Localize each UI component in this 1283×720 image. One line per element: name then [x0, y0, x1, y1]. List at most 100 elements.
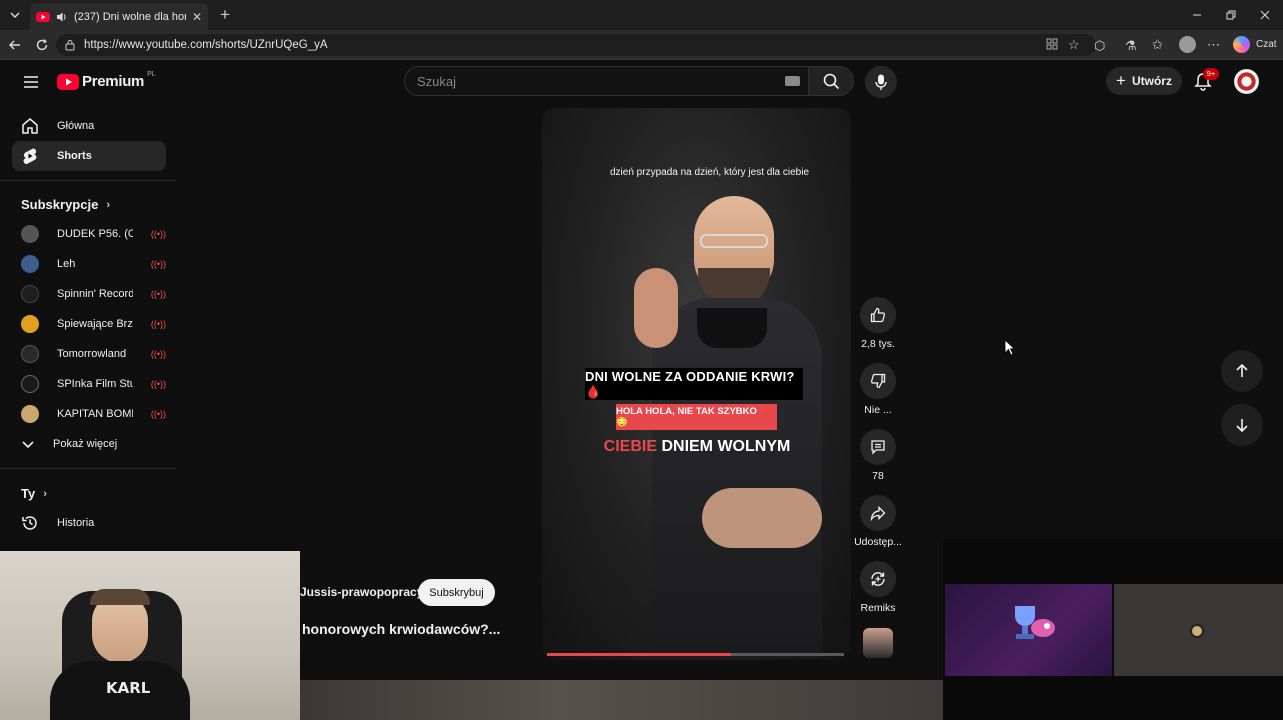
subscription-item[interactable]: SPInka Film Stud... ((•)) [12, 369, 166, 399]
chevron-right-icon: › [43, 487, 47, 500]
tab-list-chevron-icon[interactable] [6, 6, 24, 24]
video-caption-white: DNIEM WOLNYM [661, 438, 791, 455]
channel-name: DUDEK P56. (OFI... [57, 228, 133, 240]
youtube-logo[interactable]: Premium PL [57, 71, 156, 90]
dislike-button[interactable] [860, 363, 896, 399]
channel-avatar [21, 405, 39, 423]
share-button[interactable] [860, 495, 896, 531]
hamburger-menu-icon[interactable] [22, 74, 40, 90]
channel-name: Spinnin' Records [57, 288, 133, 300]
dislike-label: Nie ... [864, 404, 892, 416]
site-info-icon[interactable] [64, 39, 76, 51]
video-headline-banner: DNI WOLNE ZA ODDANIE KRWI? 🩸 [585, 368, 803, 400]
show-more-button[interactable]: Pokaż więcej [12, 429, 166, 459]
sidebar-item-shorts[interactable]: Shorts [12, 141, 166, 171]
thumbs-up-icon [870, 307, 886, 323]
subscription-item[interactable]: Spinnin' Records ((•)) [12, 279, 166, 309]
sidebar-item-label: Główna [57, 120, 95, 132]
share-label: Udostęp... [854, 536, 902, 548]
logo-text: Premium [82, 73, 145, 90]
subscription-item[interactable]: Śpiewające Brzd... ((•)) [12, 309, 166, 339]
comments-button[interactable] [860, 429, 896, 465]
subscription-item[interactable]: Tomorrowland ((•)) [12, 339, 166, 369]
window-close-icon[interactable] [1256, 6, 1274, 24]
notifications-button[interactable]: 9+ [1194, 68, 1219, 92]
subscription-item[interactable]: Leh ((•)) [12, 249, 166, 279]
background-strip [300, 680, 943, 720]
url-text: https://www.youtube.com/shorts/UZnrUQeG_… [84, 39, 328, 51]
more-menu-icon[interactable]: ⋯ [1207, 37, 1220, 53]
minimize-icon[interactable] [1188, 6, 1206, 24]
shirt-logo: KARL [106, 679, 151, 697]
shorts-icon [23, 148, 37, 165]
account-avatar[interactable] [1234, 69, 1259, 94]
reload-icon[interactable] [33, 36, 51, 54]
tab-title: (237) Dni wolne dla honorowy [74, 10, 186, 23]
speaker-icon[interactable] [56, 11, 68, 23]
show-more-label: Pokaż więcej [53, 438, 118, 450]
logo-region: PL [147, 71, 156, 78]
short-title[interactable]: honorowych krwiodawców?... [302, 621, 500, 637]
home-icon [22, 118, 38, 134]
comment-icon [871, 440, 885, 455]
restore-icon[interactable] [1222, 6, 1240, 24]
subscription-item[interactable]: KAPITAN BOMB... ((•)) [12, 399, 166, 429]
channel-name: Śpiewające Brzd... [57, 318, 133, 330]
url-field[interactable]: https://www.youtube.com/shorts/UZnrUQeG_… [56, 34, 1096, 56]
sidebar: Główna Shorts Subskrypcje › DUDEK P56. (… [0, 103, 176, 553]
share-arrow-icon [870, 505, 886, 521]
keyboard-icon[interactable] [785, 76, 800, 86]
subscribe-button[interactable]: Subskrybuj [418, 579, 495, 606]
new-tab-icon[interactable]: + [216, 5, 234, 24]
channel-name-link[interactable]: Jussis-prawopopracy [300, 585, 423, 599]
tab-close-icon[interactable]: ✕ [192, 10, 202, 24]
search-icon [823, 73, 840, 90]
shorts-video-player[interactable]: dzień przypada na dzień, który jest dla … [542, 108, 851, 660]
chevron-right-icon: › [106, 198, 110, 211]
channel-name: KAPITAN BOMB... [57, 408, 133, 420]
video-subtitle-top: dzień przypada na dzień, który jest dla … [610, 167, 810, 178]
live-indicator-icon: ((•)) [150, 349, 166, 359]
create-label: Utwórz [1131, 74, 1172, 88]
history-icon [22, 516, 37, 530]
remix-button[interactable] [860, 561, 896, 597]
copilot-icon[interactable] [1233, 36, 1250, 53]
search-button[interactable] [808, 66, 854, 96]
pip-thumbnail-game [945, 584, 1112, 676]
search-input[interactable]: Szukaj [404, 66, 809, 96]
next-short-button[interactable] [1221, 404, 1263, 446]
browser-tab[interactable]: (237) Dni wolne dla honorowy ✕ [30, 3, 208, 30]
extensions-icon[interactable]: ⬡ [1094, 38, 1105, 54]
live-indicator-icon: ((•)) [150, 229, 166, 239]
app-available-icon[interactable] [1046, 38, 1058, 50]
profile-avatar[interactable] [1179, 36, 1196, 53]
browser-address-bar: https://www.youtube.com/shorts/UZnrUQeG_… [0, 30, 1283, 60]
back-icon[interactable] [6, 36, 24, 54]
you-heading[interactable]: Ty › [21, 486, 47, 501]
remix-icon [871, 572, 885, 586]
picture-in-picture-panel [943, 539, 1283, 720]
video-caption: CIEBIE DNIEM WOLNYM [582, 438, 812, 456]
previous-short-button[interactable] [1221, 350, 1263, 392]
copilot-label[interactable]: Czat [1256, 39, 1277, 50]
subscriptions-heading-label: Subskrypcje [21, 197, 99, 212]
sound-thumbnail[interactable] [863, 628, 893, 658]
notifications-badge: 9+ [1203, 68, 1219, 80]
sidebar-item-history[interactable]: Historia [12, 508, 166, 538]
sidebar-item-home[interactable]: Główna [12, 111, 166, 141]
subscriptions-heading[interactable]: Subskrypcje › [21, 197, 110, 212]
extension-puzzle-icon[interactable]: ⚗ [1125, 38, 1137, 54]
youtube-favicon-icon [36, 11, 50, 22]
favorite-star-icon[interactable]: ☆ [1068, 37, 1080, 53]
create-button[interactable]: + Utwórz [1106, 67, 1182, 95]
youtube-play-logo-icon [57, 73, 79, 90]
youtube-header: Premium PL Szukaj + Utwórz 9+ [0, 61, 1283, 103]
like-button[interactable] [860, 297, 896, 333]
favorites-icon[interactable]: ✩ [1152, 37, 1163, 53]
voice-search-button[interactable] [865, 66, 897, 98]
webcam-overlay: KARL [0, 551, 300, 720]
sidebar-item-label: Historia [57, 517, 95, 529]
channel-avatar [21, 345, 39, 363]
subscription-item[interactable]: DUDEK P56. (OFI... ((•)) [12, 219, 166, 249]
arrow-down-icon [1236, 419, 1248, 433]
